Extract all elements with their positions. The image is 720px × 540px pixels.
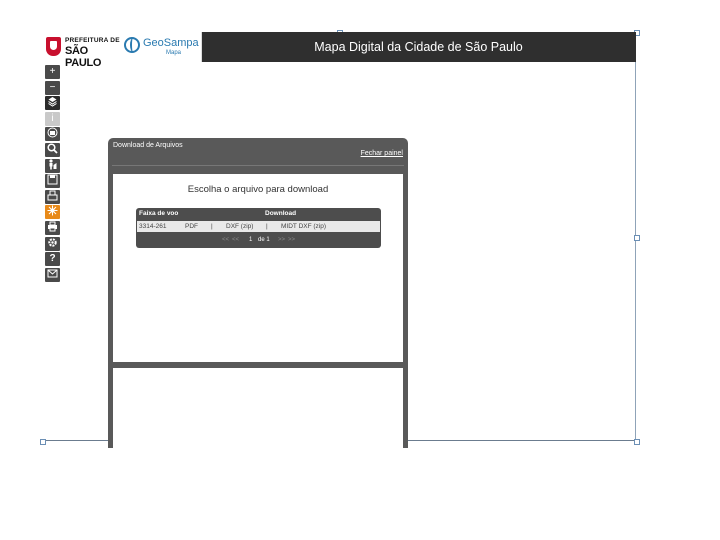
panel-title: Download de Arquivos — [113, 142, 183, 149]
download-heading: Escolha o arquivo para download — [187, 184, 329, 195]
faixa-cell: 3314-261 — [139, 223, 167, 230]
column-header-download: Download — [265, 210, 297, 217]
midt-dxf-link[interactable]: MIDT DXF (zip) — [281, 223, 326, 230]
table-header: Faixa de voo Download — [136, 208, 381, 220]
resize-handle-bottom-right[interactable] — [634, 439, 640, 445]
prefeitura-logo[interactable]: PREFEITURA DE SÃO PAULO — [46, 36, 120, 69]
page-title: Mapa Digital da Cidade de São Paulo — [314, 40, 523, 54]
network-button[interactable] — [45, 205, 60, 220]
search-button[interactable] — [45, 142, 60, 157]
map-toolbar: + − i ? — [45, 65, 60, 283]
resize-handle-right[interactable] — [634, 235, 640, 241]
page-total: de 1 — [258, 237, 270, 243]
download-table: Faixa de voo Download 3314-261 PDF | DXF… — [136, 208, 381, 248]
info-button[interactable]: i — [45, 111, 60, 126]
mail-icon — [47, 269, 58, 278]
dxf-link[interactable]: DXF (zip) — [226, 223, 253, 230]
table-row: 3314-261 PDF | DXF (zip) | MIDT DXF (zip… — [137, 221, 380, 232]
separator: | — [211, 223, 213, 230]
separator: | — [266, 223, 268, 230]
person-icon — [49, 158, 57, 170]
panel-content: Escolha o arquivo para download Faixa de… — [113, 174, 403, 362]
first-page-button[interactable]: << — [222, 237, 229, 243]
print-button[interactable] — [45, 220, 60, 235]
prefeitura-line2: SÃO PAULO — [65, 45, 102, 69]
geosampa-logo[interactable]: GeoSampa Mapa — [122, 35, 199, 59]
help-button[interactable]: ? — [45, 252, 60, 267]
pdf-link[interactable]: PDF — [185, 223, 198, 230]
prev-page-button[interactable]: << — [232, 237, 239, 243]
info-icon: i — [51, 112, 54, 124]
print-icon — [48, 221, 57, 232]
save-icon — [47, 174, 58, 185]
contact-button[interactable] — [45, 267, 60, 282]
layers-button[interactable] — [45, 96, 60, 111]
pagination: << << 1 de 1 >> >> — [136, 235, 381, 245]
resize-handle-bottom-left[interactable] — [40, 439, 46, 445]
download-button[interactable] — [45, 189, 60, 204]
close-panel-link[interactable]: Fechar painel — [361, 150, 403, 157]
globe-icon — [124, 37, 140, 53]
street-view-button[interactable] — [45, 158, 60, 173]
identify-icon — [47, 127, 58, 138]
top-bar: PREFEITURA DE SÃO PAULO GeoSampa Mapa Ma… — [42, 32, 636, 69]
prefeitura-line1: PREFEITURA DE — [65, 37, 120, 44]
current-page: 1 — [249, 237, 253, 243]
network-icon — [47, 205, 58, 216]
zoom-out-button[interactable]: − — [45, 80, 60, 95]
panel-divider — [112, 165, 404, 166]
next-page-button[interactable]: >> — [278, 237, 285, 243]
search-icon — [47, 143, 58, 154]
plus-icon: + — [49, 66, 56, 77]
zoom-in-button[interactable]: + — [45, 65, 60, 79]
download-panel: Download de Arquivos Fechar painel Escol… — [108, 138, 408, 448]
logo-area: PREFEITURA DE SÃO PAULO GeoSampa Mapa — [42, 32, 202, 69]
save-button[interactable] — [45, 174, 60, 189]
column-header-faixa: Faixa de voo — [139, 210, 179, 217]
panel-lower-content — [113, 368, 403, 448]
identify-button[interactable] — [45, 127, 60, 142]
settings-button[interactable] — [45, 236, 60, 251]
geosampa-sub: Mapa — [166, 50, 182, 56]
help-icon: ? — [49, 253, 56, 265]
download-icon — [47, 190, 58, 201]
layers-icon — [48, 97, 57, 107]
minus-icon: − — [49, 81, 56, 93]
geosampa-name: GeoSampa — [143, 37, 199, 49]
gear-icon — [48, 237, 57, 247]
crest-icon — [46, 37, 61, 56]
last-page-button[interactable]: >> — [288, 237, 295, 243]
